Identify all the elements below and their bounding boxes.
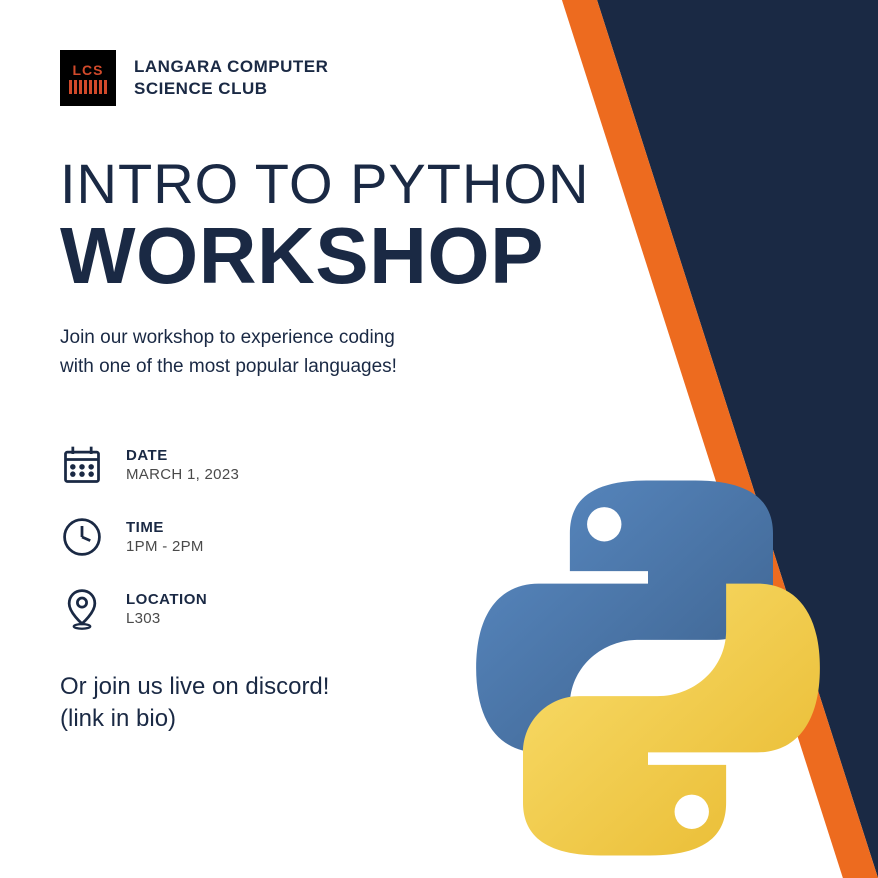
calendar-icon [60, 443, 104, 487]
club-name-line1: LANGARA COMPUTER [134, 56, 328, 78]
logo-text: LCS [73, 62, 104, 78]
club-logo: LCS [60, 50, 116, 106]
location-value: L303 [126, 610, 207, 627]
title-line1: INTRO TO PYTHON [60, 156, 818, 212]
detail-date-text: DATE MARCH 1, 2023 [126, 447, 239, 483]
location-pin-icon [60, 587, 104, 631]
python-logo-icon [448, 468, 848, 868]
location-label: LOCATION [126, 591, 207, 608]
header: LCS LANGARA COMPUTER SCIENCE CLUB [60, 50, 818, 106]
date-label: DATE [126, 447, 239, 464]
club-name: LANGARA COMPUTER SCIENCE CLUB [134, 56, 328, 100]
detail-location-text: LOCATION L303 [126, 591, 207, 627]
date-value: MARCH 1, 2023 [126, 466, 239, 483]
time-value: 1PM - 2PM [126, 538, 204, 555]
title-line2: WORKSHOP [60, 216, 818, 296]
club-name-line2: SCIENCE CLUB [134, 78, 328, 100]
time-label: TIME [126, 519, 204, 536]
logo-keyboard-icon [69, 80, 107, 94]
subtitle-line2: with one of the most popular languages! [60, 353, 818, 382]
subtitle: Join our workshop to experience coding w… [60, 324, 818, 381]
subtitle-line1: Join our workshop to experience coding [60, 324, 818, 353]
detail-time-text: TIME 1PM - 2PM [126, 519, 204, 555]
clock-icon [60, 515, 104, 559]
